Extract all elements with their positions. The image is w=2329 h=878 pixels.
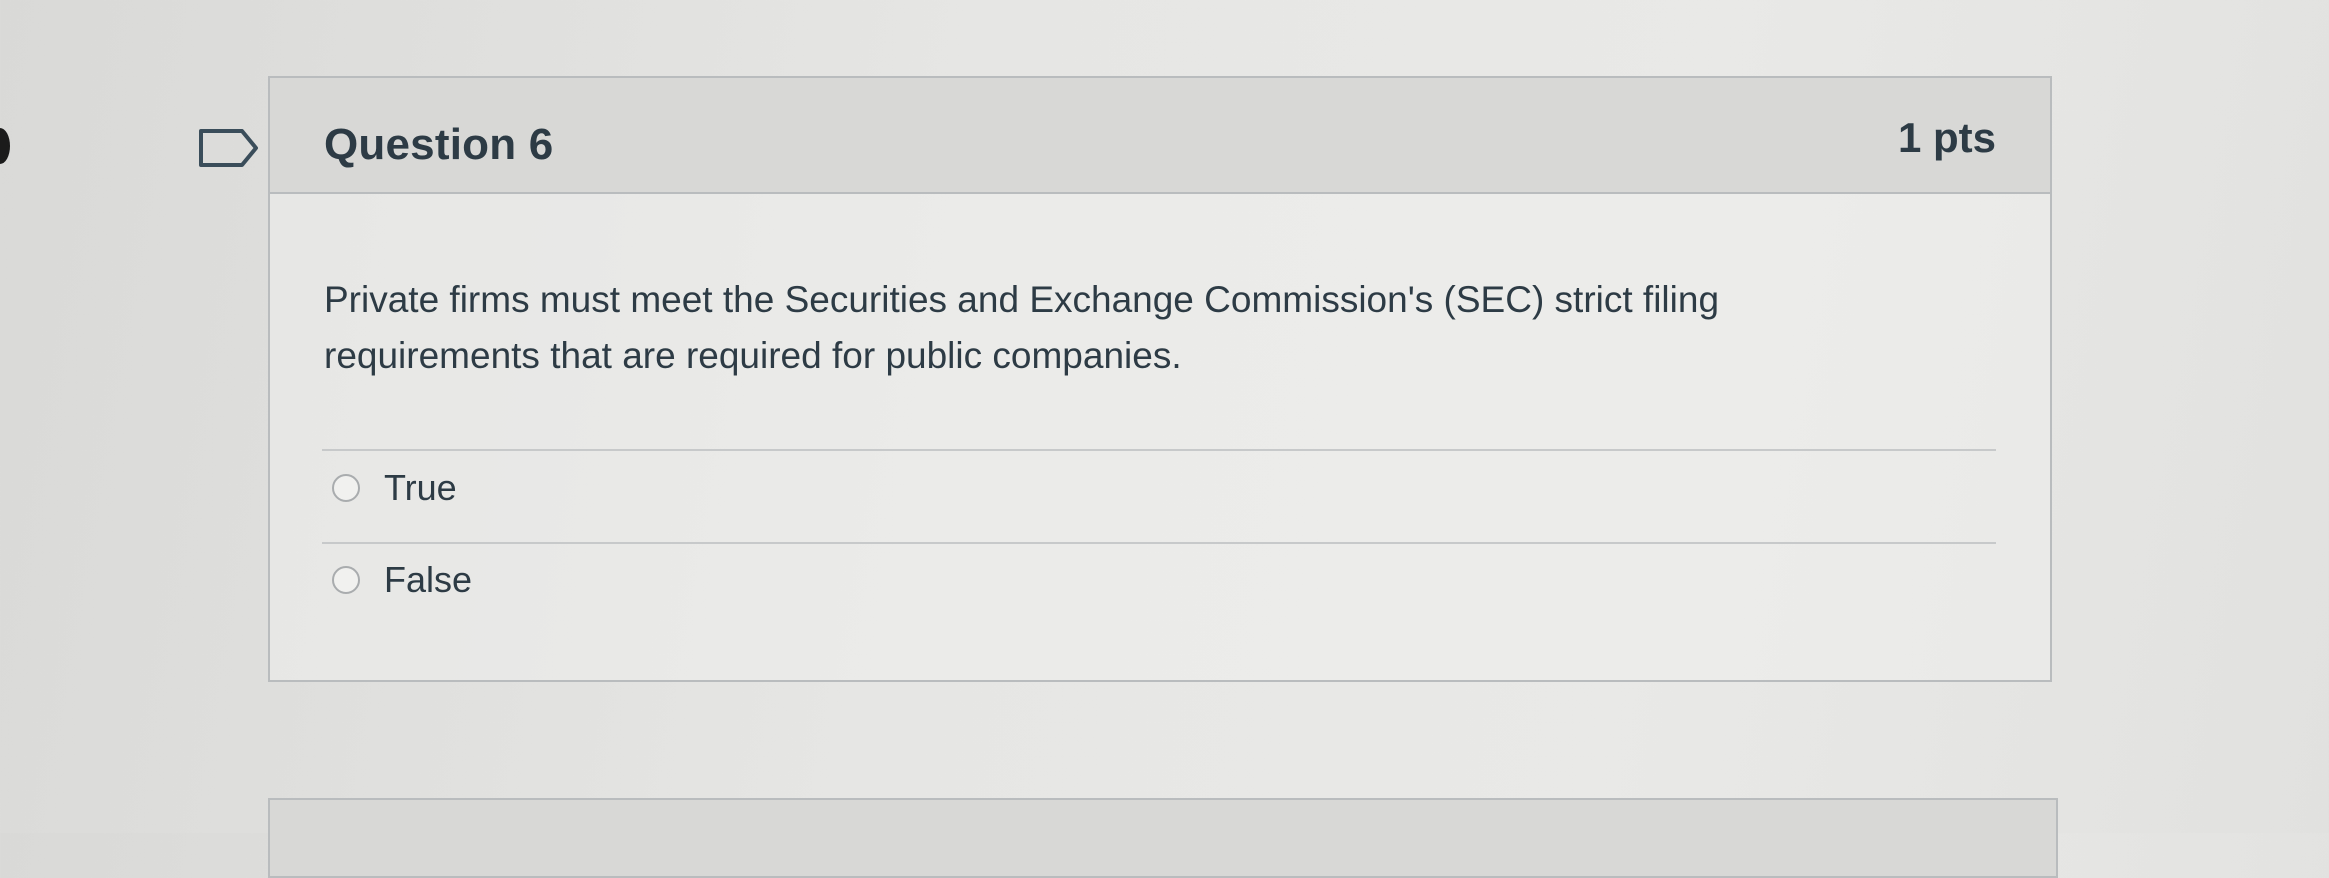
answer-label: True bbox=[384, 467, 457, 508]
next-question-card bbox=[268, 798, 2058, 878]
answer-option-false[interactable]: False bbox=[332, 552, 472, 608]
question-title: Question 6 bbox=[324, 120, 554, 169]
answer-divider bbox=[322, 449, 1996, 451]
answer-label: False bbox=[384, 559, 473, 600]
question-text: Private firms must meet the Securities a… bbox=[324, 279, 1720, 376]
question-header: Question 6 1 pts bbox=[270, 78, 2050, 194]
radio-unchecked-icon[interactable] bbox=[332, 566, 360, 594]
question-points: 1 pts bbox=[1897, 114, 1996, 161]
answer-divider bbox=[322, 542, 1996, 544]
radio-unchecked-icon[interactable] bbox=[332, 474, 360, 502]
question-card: Question 6 1 pts Private firms must meet… bbox=[268, 76, 2052, 682]
screen-edge-shadow bbox=[0, 128, 10, 164]
flag-question-icon[interactable] bbox=[198, 128, 260, 168]
answer-option-true[interactable]: True bbox=[332, 460, 457, 516]
